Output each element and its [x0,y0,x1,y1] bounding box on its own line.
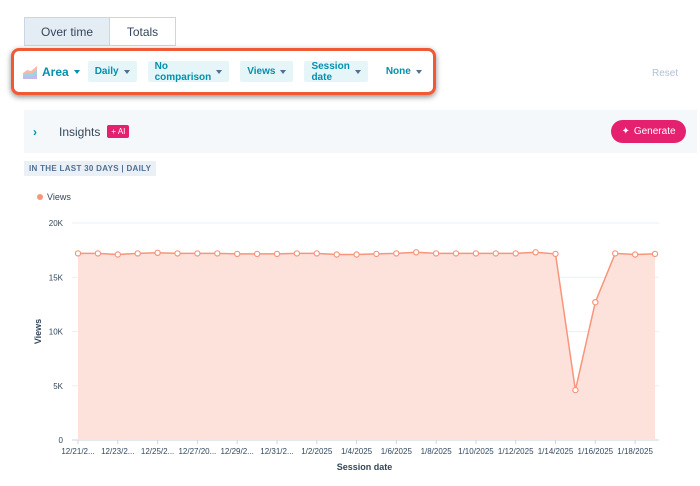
data-point[interactable] [492,250,499,257]
data-point[interactable] [552,250,559,258]
data-point[interactable] [572,386,579,394]
generate-label: Generate [633,126,676,137]
chevron-down-icon [216,69,223,74]
area-chart-icon [23,65,37,79]
tab-over-time[interactable]: Over time [24,17,110,46]
tab-totals[interactable]: Totals [110,17,176,46]
insights-label: Insights [59,124,101,139]
chevron-down-icon [415,69,422,74]
x-tick-label: 12/23/2... [101,447,134,456]
data-point[interactable] [154,249,161,257]
legend-label: Views [47,192,71,202]
x-tick-label: 1/4/2025 [341,447,373,456]
comparison-dropdown[interactable]: No comparison [147,60,230,83]
data-point[interactable] [174,250,181,257]
view-tabs: Over time Totals [24,17,176,46]
data-point[interactable] [472,250,480,257]
chart-type-label: Area [42,64,69,79]
x-tick-label: 1/2/2025 [301,447,333,456]
data-point[interactable] [532,249,539,256]
data-point[interactable] [373,250,380,258]
data-point[interactable] [452,250,460,257]
x-tick-label: 12/25/2... [141,447,174,456]
chevron-down-icon [73,69,80,74]
x-tick-label: 1/6/2025 [381,447,413,456]
frequency-dropdown[interactable]: Daily [87,61,137,82]
x-tick-label: 1/8/2025 [421,447,453,456]
x-axis-ticks: 12/21/2... 12/23/2... 12/25/2... 12/27/20..… [61,440,653,456]
chart-options-toolbar: Area Daily No comparison Views Session d… [11,48,436,95]
y-tick-label: 5K [53,382,63,391]
date-range-label: IN THE LAST 30 DAYS | DAILY [24,161,157,176]
metric-dropdown[interactable]: Views [240,61,294,82]
x-tick-label: 12/31/2... [260,447,293,456]
chevron-down-icon [280,69,287,74]
data-point[interactable] [134,250,141,257]
dimension-dropdown[interactable]: Session date [304,60,368,83]
y-tick-label: 15K [49,273,64,282]
x-tick-label: 1/10/2025 [458,447,494,456]
chevron-down-icon [354,69,361,74]
data-point[interactable] [253,250,261,258]
chevron-down-icon [123,69,130,74]
metric-label: Views [247,66,276,77]
x-tick-label: 12/29/2... [220,447,253,456]
data-point[interactable] [631,251,639,258]
x-tick-label: 12/21/2... [61,447,94,456]
breakdown-label: None [385,66,411,77]
data-point[interactable] [313,250,320,257]
y-axis-title: Views [33,319,43,344]
data-point[interactable] [194,250,201,257]
data-point[interactable] [333,251,340,258]
data-point[interactable] [413,249,420,256]
x-tick-label: 12/27/20... [178,447,216,456]
chart-type-dropdown[interactable]: Area [23,65,80,79]
data-point[interactable] [651,250,659,258]
data-point[interactable] [114,251,122,258]
legend-marker [37,194,43,200]
generate-button[interactable]: ✦ Generate [611,120,686,143]
comparison-label: No comparison [154,60,212,83]
data-point[interactable] [233,250,241,258]
data-point[interactable] [74,250,82,257]
x-tick-label: 1/14/2025 [538,447,574,456]
data-point[interactable] [273,250,281,258]
y-tick-label: 10K [49,328,64,337]
y-tick-label: 20K [49,219,64,228]
reset-button[interactable]: Reset [652,68,678,79]
breakdown-dropdown[interactable]: None [379,61,429,82]
insights-panel: › Insights + AI ✦ Generate [24,110,697,153]
x-tick-label: 1/12/2025 [498,447,534,456]
data-point[interactable] [432,250,440,257]
data-point[interactable] [94,250,102,257]
y-tick-label: 0 [59,436,64,445]
x-axis-title: Session date [337,462,393,472]
chart-legend: Views [37,192,71,202]
data-point[interactable] [293,250,301,257]
dimension-label: Session date [311,60,350,83]
frequency-label: Daily [94,66,119,77]
data-point[interactable] [214,250,221,257]
x-tick-label: 1/18/2025 [617,447,653,456]
data-point[interactable] [592,298,599,306]
y-axis-ticks: 0 5K 10K 15K 20K [49,219,64,445]
ai-badge: + AI [107,125,130,138]
data-point[interactable] [612,250,619,257]
data-point[interactable] [512,250,519,257]
x-tick-label: 1/16/2025 [578,447,614,456]
sparkle-icon: ✦ [621,126,630,137]
data-point[interactable] [353,251,360,258]
views-area-chart: Views 05K10K15K20K 12/21/2... 12/23/2... 1… [33,192,659,472]
data-point[interactable] [393,250,400,257]
chevron-right-icon[interactable]: › [33,125,43,139]
